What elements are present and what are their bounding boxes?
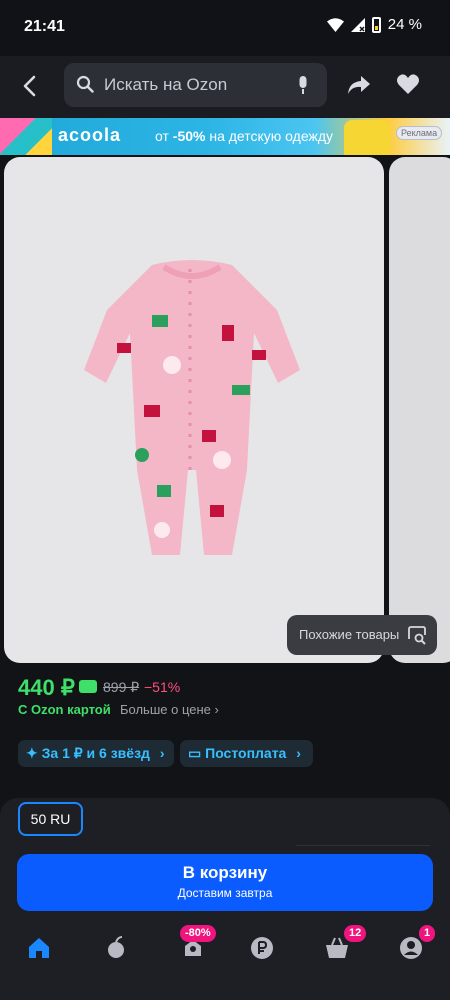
promo-text: от -50% на детскую одежду (155, 128, 333, 144)
status-bar: 21:41 24 % (0, 0, 450, 56)
add-to-cart-label: В корзину (182, 863, 268, 882)
status-icons: 24 % (326, 16, 422, 33)
tab-cart-icon[interactable] (325, 936, 349, 960)
image-search-icon (408, 626, 426, 645)
ozon-card-label: С Ozon картой (18, 702, 111, 717)
purchase-panel: 50 RU В корзину Доставим завтра (0, 798, 450, 1000)
promo-jacket-image (344, 120, 390, 155)
ozon-card-icon (79, 680, 97, 693)
promo-badge: -80% (180, 925, 216, 942)
tab-profile-icon[interactable] (399, 936, 423, 960)
sparkle-icon: ✦ (26, 745, 38, 761)
tab-finance-icon[interactable] (250, 936, 274, 960)
size-selector[interactable]: 50 RU (18, 802, 83, 836)
search-placeholder: Искать на Ozon (104, 75, 228, 94)
divider (296, 845, 430, 846)
postpay-label: Постоплата (205, 745, 287, 761)
search-icon (76, 75, 94, 93)
profile-badge: 1 (419, 925, 436, 942)
product-photo[interactable] (4, 157, 384, 663)
search-input[interactable]: Искать на Ozon (64, 63, 327, 107)
stars-offer-label: За 1 ₽ и 6 звёзд (41, 745, 150, 761)
discount-percent: −51% (144, 679, 181, 695)
top-bar: Искать на Ozon (0, 56, 450, 118)
ad-label: Реклама (396, 126, 443, 140)
product-gallery[interactable]: Похожие товары (0, 155, 450, 667)
old-price: 899 ₽ (103, 679, 140, 695)
wifi-icon (326, 17, 344, 32)
share-icon[interactable] (346, 72, 372, 98)
more-about-price-link[interactable]: Больше о цене › (120, 702, 219, 717)
back-arrow-icon[interactable] (18, 72, 42, 100)
microphone-icon[interactable] (297, 76, 309, 94)
battery-icon (371, 16, 381, 33)
cart-badge: 12 (344, 925, 367, 942)
promo-kids-image (0, 118, 52, 155)
stars-offer-chip[interactable]: ✦ За 1 ₽ и 6 звёзд › (18, 740, 174, 767)
onesie-image (84, 260, 300, 555)
chevron-right-icon: › (296, 745, 301, 761)
tab-home-icon[interactable] (27, 936, 51, 960)
heart-icon[interactable] (396, 72, 420, 96)
next-photo-preview[interactable] (389, 157, 450, 663)
card-wallet-icon: ▭ (188, 745, 202, 761)
similar-products-label: Похожие товары (299, 627, 400, 642)
delivery-label: Доставим завтра (177, 886, 273, 900)
status-time: 21:41 (24, 18, 65, 35)
tab-fresh-icon[interactable] (104, 936, 128, 960)
cellular-icon (350, 17, 365, 32)
add-to-cart-button[interactable]: В корзину Доставим завтра (17, 854, 433, 911)
promo-banner[interactable]: acoola от -50% на детскую одежду Реклама (0, 118, 450, 155)
promo-brand-logo: acoola (58, 125, 122, 145)
chevron-right-icon: › (159, 745, 165, 761)
battery-percent: 24 % (387, 16, 422, 33)
postpay-chip[interactable]: ▭ Постоплата › (180, 740, 313, 767)
similar-products-button[interactable]: Похожие товары (287, 615, 437, 655)
price-with-card: 440 ₽ (18, 675, 75, 700)
price-info: 440 ₽ 899 ₽ −51% С Ozon картой Больше о … (0, 667, 450, 791)
